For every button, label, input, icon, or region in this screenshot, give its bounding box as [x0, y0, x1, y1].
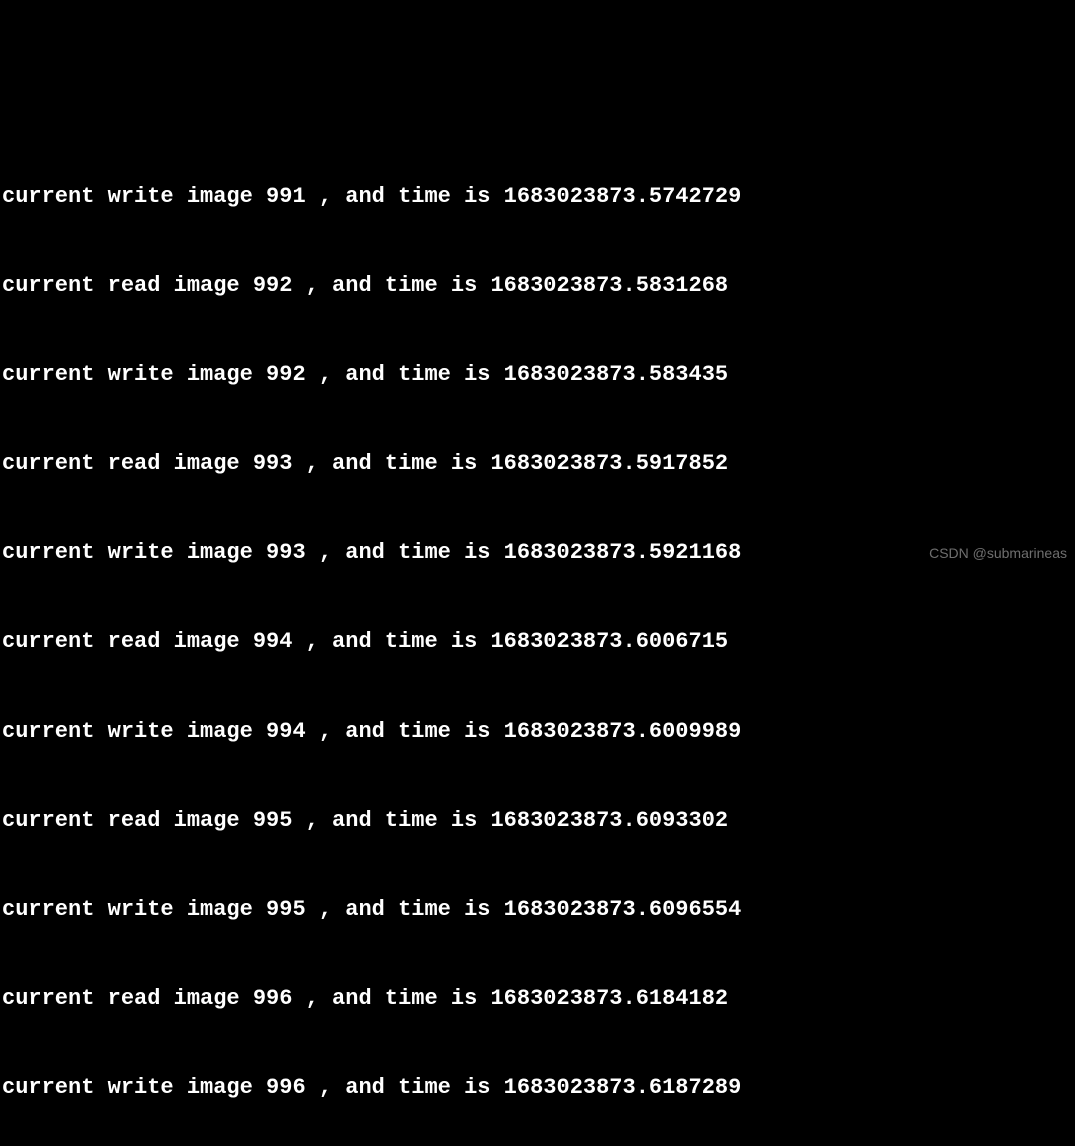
- watermark-text: CSDN @submarineas: [929, 544, 1067, 563]
- terminal-output: current write image 991 , and time is 16…: [2, 123, 1073, 1146]
- log-line: current write image 996 , and time is 16…: [2, 1073, 1073, 1103]
- log-line: current read image 995 , and time is 168…: [2, 806, 1073, 836]
- log-line: current read image 996 , and time is 168…: [2, 984, 1073, 1014]
- log-line: current read image 993 , and time is 168…: [2, 449, 1073, 479]
- log-line: current write image 991 , and time is 16…: [2, 182, 1073, 212]
- log-line: current write image 992 , and time is 16…: [2, 360, 1073, 390]
- log-line: current write image 993 , and time is 16…: [2, 538, 1073, 568]
- log-line: current write image 995 , and time is 16…: [2, 895, 1073, 925]
- log-line: current read image 992 , and time is 168…: [2, 271, 1073, 301]
- log-line: current read image 994 , and time is 168…: [2, 627, 1073, 657]
- log-line: current write image 994 , and time is 16…: [2, 717, 1073, 747]
